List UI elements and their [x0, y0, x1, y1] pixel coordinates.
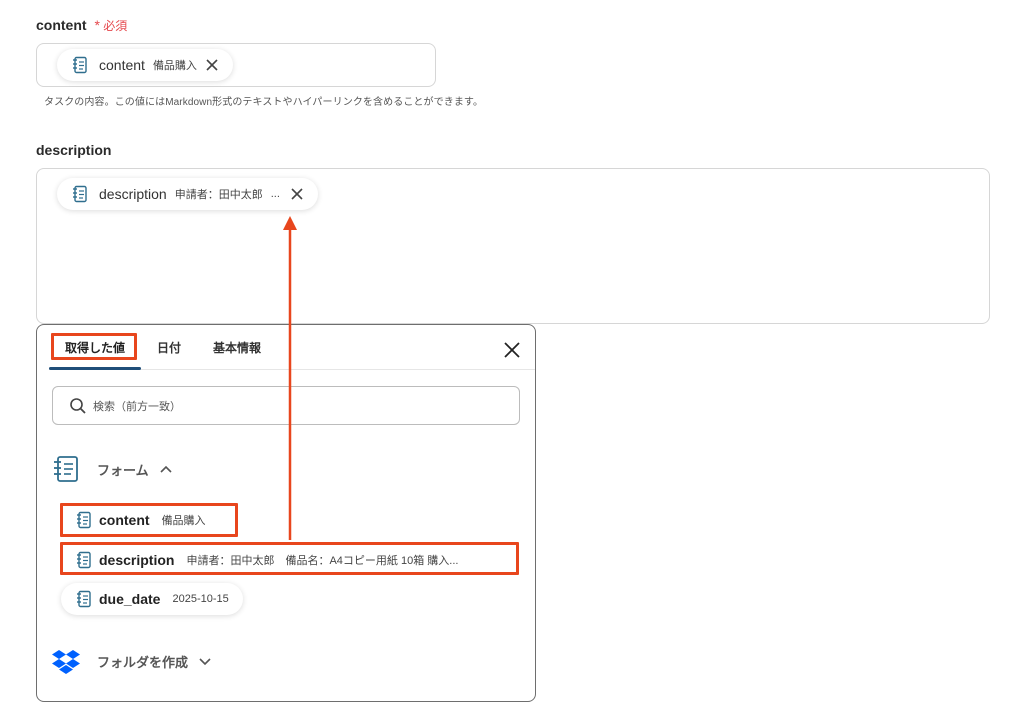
- tab-basic-info[interactable]: 基本情報: [197, 337, 277, 369]
- form-item-icon: [77, 511, 91, 529]
- item-name: content: [99, 512, 150, 528]
- tab-acquired-values[interactable]: 取得した値: [49, 337, 141, 369]
- item-name: description: [99, 552, 175, 568]
- description-field-label: description: [36, 142, 111, 158]
- group-label: フォーム: [97, 462, 149, 478]
- search-placeholder: 検索（前方一致）: [93, 400, 181, 413]
- chip-value: 備品購入: [152, 60, 197, 72]
- chip-name: content: [99, 57, 145, 73]
- form-item-icon: [73, 185, 87, 203]
- close-icon[interactable]: [503, 341, 521, 359]
- list-item-description[interactable]: description 申請者：田中太郎 備品名：A4コピー用紙 10箱 購入.…: [61, 544, 472, 576]
- chip-value: 申請者：田中太郎: [174, 189, 263, 201]
- item-value: 2025-10-15: [172, 593, 229, 605]
- chevron-up-icon: [160, 465, 172, 473]
- description-label-text: description: [36, 142, 112, 158]
- remove-chip-icon[interactable]: [290, 187, 304, 201]
- content-help-text: タスクの内容。この値にはMarkdown形式のテキストやハイパーリンクを含めるこ…: [44, 97, 484, 108]
- remove-chip-icon[interactable]: [205, 58, 219, 72]
- dropbox-icon: [52, 650, 80, 674]
- required-text: 必須: [103, 19, 128, 33]
- form-icon: [54, 456, 78, 482]
- item-value: 備品購入: [161, 515, 206, 527]
- description-variable-chip[interactable]: description 申請者：田中太郎 ...: [57, 178, 318, 210]
- tab-date[interactable]: 日付: [141, 337, 197, 369]
- form-item-icon: [77, 551, 91, 569]
- list-item-due-date[interactable]: due_date 2025-10-15: [61, 583, 243, 615]
- chevron-down-icon: [199, 658, 211, 666]
- content-field-label: content * 必須: [36, 17, 127, 34]
- form-page: content * 必須 content 備品購入 タスクの内容。この値にはMa…: [0, 0, 1023, 709]
- content-variable-chip[interactable]: content 備品購入: [57, 49, 233, 81]
- chip-ellipsis: ...: [270, 188, 280, 200]
- search-icon: [70, 397, 86, 414]
- required-star: *: [94, 17, 100, 33]
- search-input[interactable]: 検索（前方一致）: [52, 386, 520, 425]
- chip-name: description: [99, 186, 167, 202]
- item-value: 申請者：田中太郎 備品名：A4コピー用紙 10箱 購入...: [186, 555, 459, 567]
- active-tab-indicator: [49, 367, 141, 370]
- variable-picker-panel: 取得した値 日付 基本情報 検索（前方一致） フォーム content 備品購入…: [36, 324, 536, 702]
- list-item-content[interactable]: content 備品購入: [61, 504, 220, 536]
- group-form[interactable]: フォーム: [51, 454, 173, 484]
- content-label-text: content: [36, 17, 87, 33]
- panel-tabs: 取得した値 日付 基本情報: [49, 337, 277, 369]
- item-name: due_date: [99, 591, 161, 607]
- form-item-icon: [77, 590, 91, 608]
- form-item-icon: [73, 56, 87, 74]
- group-label: フォルダを作成: [97, 654, 189, 670]
- group-create-folder[interactable]: フォルダを作成: [51, 646, 212, 676]
- required-badge: * 必須: [94, 17, 128, 33]
